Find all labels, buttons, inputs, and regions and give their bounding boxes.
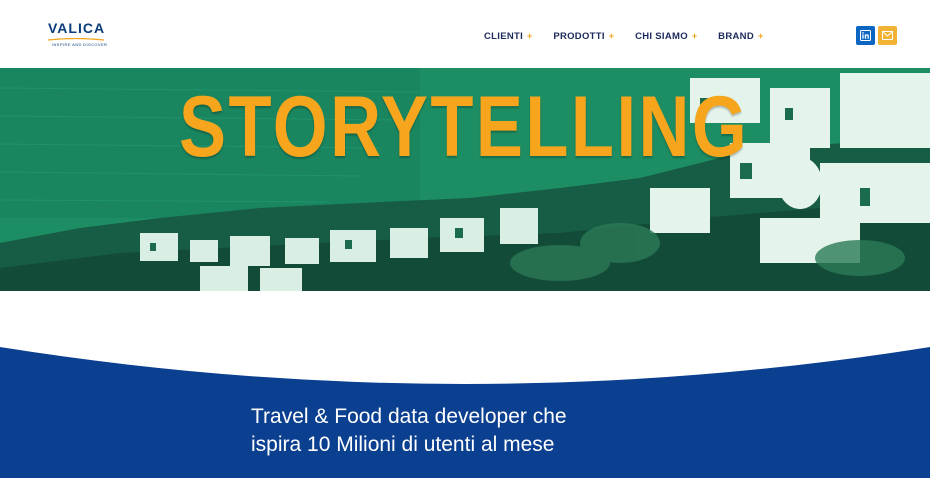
nav-item-clienti[interactable]: CLIENTI + [484,29,532,43]
valica-logo[interactable]: VALICA INSPIRE AND DISCOVER [48,20,108,50]
nav-item-brand[interactable]: BRAND + [718,29,763,43]
hero-banner: STORYTELLING [0,68,930,291]
mail-icon [882,31,893,40]
plus-icon: + [608,31,615,41]
linkedin-button[interactable] [856,26,875,45]
nav-label: BRAND [718,30,754,42]
nav-label: CHI SIAMO [635,30,688,42]
logo-swoosh-icon [48,38,104,41]
nav-label: CLIENTI [484,30,524,42]
tagline-line-1: Travel & Food data developer che [251,405,567,428]
linkedin-icon [860,30,871,41]
plus-icon: + [757,31,764,41]
plus-icon: + [527,31,533,41]
mail-button[interactable] [878,26,897,45]
logo-tagline: INSPIRE AND DISCOVER [52,42,108,47]
hero-title: STORYTELLING [178,79,750,175]
logo-wordmark: VALICA [48,20,106,36]
nav-item-prodotti[interactable]: PRODOTTI + [553,29,614,43]
plus-icon: + [691,31,698,41]
tagline-line-2: ispira 10 Milioni di utenti al mese [251,433,555,456]
site-header: VALICA INSPIRE AND DISCOVER CLIENTI + PR… [0,0,930,68]
nav-label: PRODOTTI [553,30,605,42]
company-tagline: Travel & Food data developer che ispira … [251,403,671,459]
main-nav: CLIENTI + PRODOTTI + CHI SIAMO + BRAND + [484,29,784,43]
nav-item-chi-siamo[interactable]: CHI SIAMO + [635,29,697,43]
